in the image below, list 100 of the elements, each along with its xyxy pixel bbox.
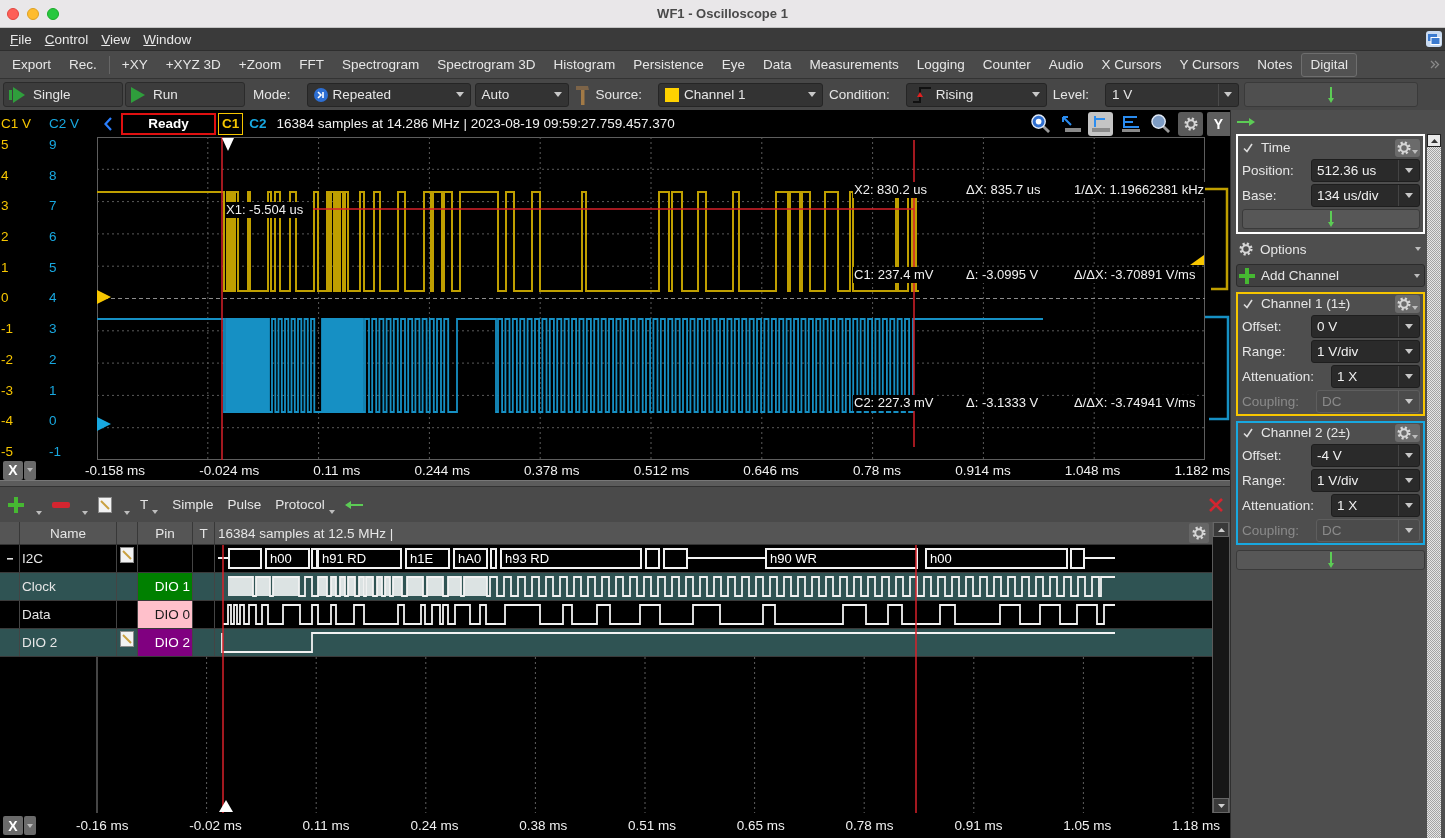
add-channel-button[interactable]: Add Channel	[1236, 264, 1425, 287]
zoom-button[interactable]	[47, 7, 59, 20]
run-button[interactable]: Run	[125, 82, 245, 107]
note-icon[interactable]	[120, 547, 134, 563]
menu-item[interactable]: File	[10, 31, 32, 47]
level-combobox[interactable]: 1 V	[1104, 82, 1239, 107]
toolbar-button[interactable]: Measurements	[800, 52, 908, 77]
toolbar-button[interactable]: Persistence	[624, 52, 713, 77]
decoded-byte[interactable]: hA0	[453, 548, 488, 569]
add-button[interactable]	[8, 494, 42, 515]
left-arrow-icon[interactable]	[344, 500, 363, 509]
settings-button[interactable]	[1395, 294, 1420, 313]
scrollbar[interactable]	[1212, 522, 1230, 813]
menu-item[interactable]: Control	[44, 31, 89, 47]
toolbar-button[interactable]: Spectrogram	[333, 52, 429, 77]
settings-button[interactable]	[1395, 423, 1420, 442]
channel-tag[interactable]: C1	[218, 112, 244, 135]
signal-name[interactable]: Clock	[22, 579, 56, 594]
tool-button[interactable]: Pulse	[227, 494, 262, 515]
toolbar-button[interactable]: +Zoom	[229, 52, 291, 77]
column-header[interactable]: Name	[20, 522, 117, 544]
decoded-byte[interactable]: h90 WR	[765, 548, 918, 569]
signal-name[interactable]: Data	[22, 607, 51, 622]
signal-name[interactable]: DIO 2	[22, 635, 58, 650]
hammer-icon[interactable]	[575, 84, 590, 105]
toolbar-button[interactable]: Export	[3, 52, 61, 77]
menu-item[interactable]: Window	[143, 31, 192, 47]
tool-button[interactable]: T	[140, 494, 159, 515]
value-dropdown[interactable]: 134 us/div	[1311, 184, 1420, 207]
trigger-level-icon[interactable]	[1190, 255, 1204, 265]
decoded-byte[interactable]: h91 RD	[317, 548, 402, 569]
toolbar-button[interactable]: Spectrogram 3D	[428, 52, 545, 77]
windows-icon[interactable]	[1426, 31, 1442, 47]
note-icon[interactable]	[120, 631, 134, 647]
dropdown-button[interactable]	[24, 460, 36, 480]
tool-button[interactable]: Protocol	[275, 494, 335, 515]
settings-button[interactable]	[1395, 138, 1420, 157]
toolbar-button[interactable]: Notes	[1248, 52, 1302, 77]
toolbar-button[interactable]: Eye	[712, 52, 754, 77]
scroll-up-button[interactable]	[1213, 522, 1229, 537]
decoded-byte[interactable]: h93 RD	[500, 548, 642, 569]
y-axis-button[interactable]: Y	[1207, 111, 1230, 136]
toolbar-button[interactable]: +XYZ 3D	[156, 52, 230, 77]
decoded-byte[interactable]: h00	[925, 548, 1068, 569]
scroll-up-button[interactable]	[1427, 134, 1441, 147]
toolbar-button[interactable]: Data	[753, 52, 801, 77]
value-dropdown[interactable]: 0 V	[1311, 315, 1420, 338]
cursor-line[interactable]	[222, 545, 224, 813]
collapse-icon[interactable]	[6, 557, 13, 560]
toolbar-button[interactable]: Histogram	[544, 52, 625, 77]
offset-marker-icon[interactable]	[97, 417, 111, 431]
value-dropdown[interactable]: 1 X	[1331, 494, 1420, 517]
settings-button[interactable]	[1189, 523, 1209, 543]
right-arrow-icon[interactable]	[1237, 118, 1255, 126]
toolbar-button[interactable]: Y Cursors	[1170, 52, 1249, 77]
decoded-byte[interactable]: h1E	[405, 548, 450, 569]
toolbar-button[interactable]: FFT	[290, 52, 333, 77]
check-icon	[1243, 298, 1253, 309]
column-header[interactable]: Pin	[138, 522, 193, 544]
scrollbar[interactable]	[1427, 134, 1441, 838]
toolbar-button[interactable]: Audio	[1039, 52, 1093, 77]
toolbar-button[interactable]: Counter	[973, 52, 1040, 77]
trigger-type-dropdown[interactable]: Auto	[474, 82, 569, 107]
signal-name[interactable]: I2C	[22, 551, 43, 566]
scroll-down-button[interactable]	[1213, 798, 1229, 813]
toolbar-button[interactable]: Digital	[1301, 52, 1357, 77]
channel-tag[interactable]: C2	[245, 112, 271, 135]
offset-marker-icon[interactable]	[97, 290, 111, 304]
tool-button[interactable]: Simple	[172, 494, 214, 515]
back-icon[interactable]	[104, 116, 112, 131]
value-dropdown[interactable]: 1 V/div	[1311, 340, 1420, 363]
pin-tag[interactable]: DIO 2	[138, 629, 192, 656]
pin-tag[interactable]: DIO 1	[138, 573, 192, 600]
value-dropdown[interactable]: 512.36 us	[1311, 159, 1420, 182]
edit-button[interactable]	[98, 494, 130, 515]
column-header[interactable]: T	[193, 522, 215, 544]
x-axis-button[interactable]: X	[3, 460, 23, 480]
toolbar-button[interactable]: X Cursors	[1092, 52, 1171, 77]
x-axis-button[interactable]: X	[3, 816, 23, 835]
toolbar-button[interactable]: Logging	[907, 52, 974, 77]
more-icon[interactable]	[1430, 60, 1440, 69]
source-dropdown[interactable]: Channel 1	[658, 82, 824, 107]
single-button[interactable]: Single	[3, 82, 123, 107]
value-dropdown[interactable]: 1 X	[1331, 365, 1420, 388]
decoded-byte[interactable]: h00	[265, 548, 310, 569]
toolbar-button[interactable]: +XY	[112, 52, 157, 77]
tool-button[interactable]	[1178, 111, 1203, 136]
mode-dropdown[interactable]: Repeated	[306, 82, 471, 107]
toolbar-button[interactable]: Rec.	[60, 52, 106, 77]
menu-item[interactable]: View	[101, 31, 131, 47]
tool-button[interactable]	[1148, 111, 1173, 136]
tool-button[interactable]	[1028, 111, 1053, 136]
tool-button[interactable]	[1088, 111, 1113, 136]
value-dropdown[interactable]: -4 V	[1311, 444, 1420, 467]
options-button[interactable]: Options	[1236, 239, 1425, 259]
close-button[interactable]	[7, 7, 19, 20]
value-dropdown[interactable]: 1 V/div	[1311, 469, 1420, 492]
trigger-marker-icon[interactable]	[222, 138, 234, 151]
condition-dropdown[interactable]: Rising	[905, 82, 1047, 107]
pin-tag[interactable]: DIO 0	[138, 601, 192, 628]
